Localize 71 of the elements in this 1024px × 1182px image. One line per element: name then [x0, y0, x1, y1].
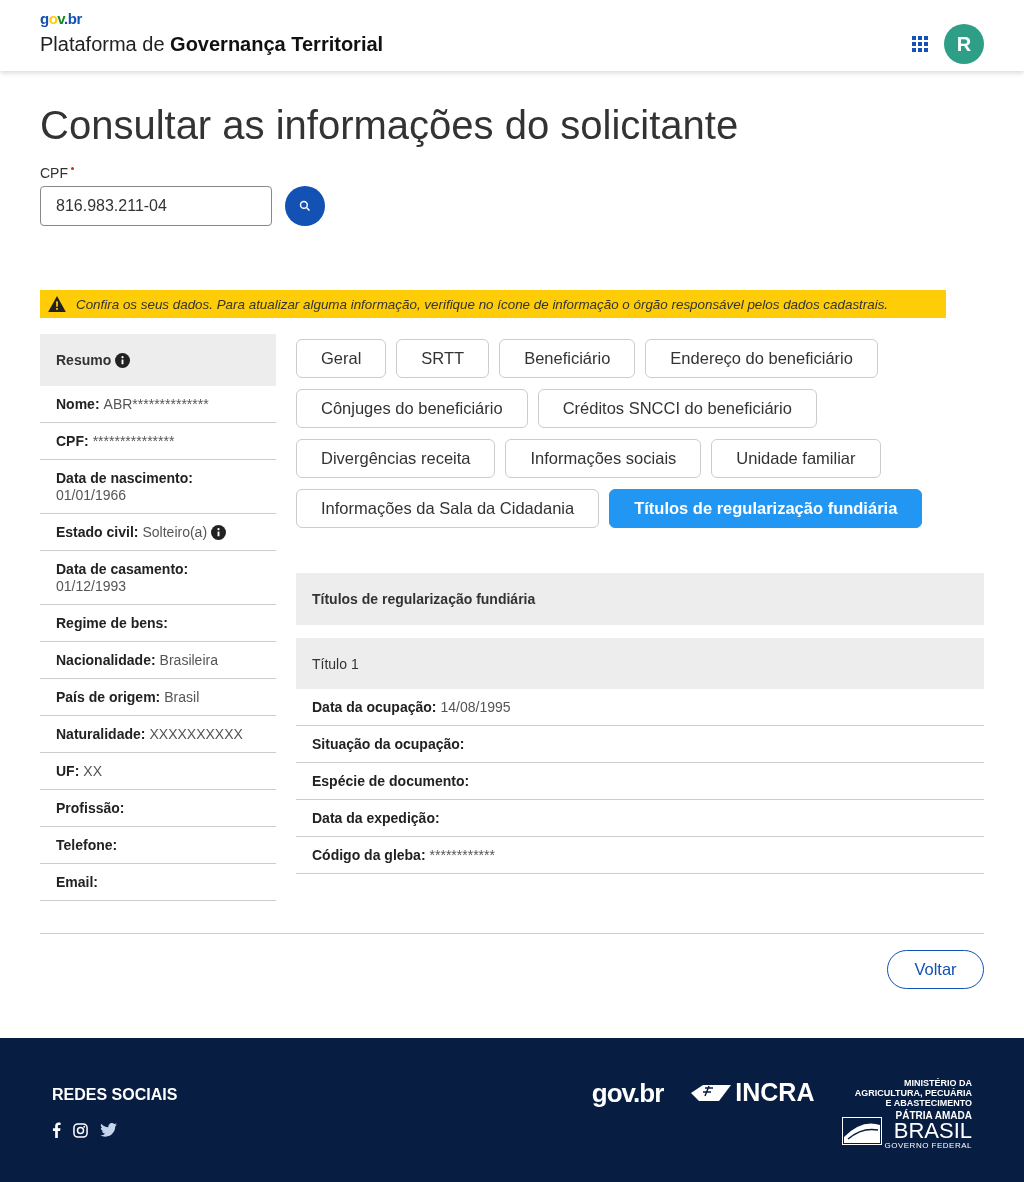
platform-title: Plataforma de Governança Territorial	[40, 33, 384, 56]
apps-grid-icon[interactable]	[912, 36, 928, 52]
govbr-logo[interactable]: gov.br	[40, 10, 82, 27]
field-label: Data da ocupação:	[312, 699, 437, 716]
facebook-icon[interactable]	[52, 1122, 61, 1138]
field-label: Espécie de documento:	[312, 773, 470, 790]
tab[interactable]: Endereço do beneficiário	[645, 339, 878, 378]
field-label: Nome:	[56, 396, 100, 413]
field-label: Profissão:	[56, 800, 125, 817]
ministry-text: E ABASTECIMENTO	[885, 1098, 972, 1108]
search-icon	[299, 200, 311, 212]
tab[interactable]: Créditos SNCCI do beneficiário	[537, 389, 817, 428]
field-label: Data da expedição:	[312, 810, 440, 827]
back-button[interactable]: Voltar	[887, 950, 984, 989]
tab[interactable]: Geral	[296, 339, 387, 378]
field-value: ABR**************	[103, 396, 209, 413]
tab[interactable]: SRTT	[396, 339, 490, 378]
field-value: Brasileira	[159, 652, 218, 669]
govbr-logo[interactable]: gov.br	[591, 1078, 664, 1109]
ministry-text: MINISTÉRIO DA	[904, 1078, 972, 1088]
field-value: 01/01/1966	[56, 487, 127, 504]
social-title: REDES SOCIAIS	[52, 1086, 178, 1104]
government-text: GOVERNO FEDERAL	[884, 1141, 972, 1150]
cpf-input-field[interactable]: 816.983.211-04	[40, 186, 272, 226]
ministry-logo[interactable]: MINISTÉRIO DA AGRICULTURA, PECUÁRIA E ABASTECIMENTO PÁTRIA AMADA BRASIL GOVERNO FEDERAL	[842, 1078, 972, 1150]
field-label: Email:	[56, 874, 98, 891]
field-label: CPF	[40, 165, 984, 181]
search-button[interactable]	[285, 186, 325, 226]
incra-text: INCRA	[735, 1078, 815, 1107]
field-value: 14/08/1995	[440, 699, 511, 716]
tab[interactable]: Informações da Sala da Cidadania	[296, 489, 600, 528]
field-label: Nacionalidade:	[56, 652, 156, 669]
tab[interactable]: Informações sociais	[505, 439, 702, 478]
field-value: ************	[429, 847, 495, 864]
field-label: Código da gleba:	[312, 847, 426, 864]
field-value: ***************	[92, 433, 175, 450]
slogan-text: PÁTRIA AMADA	[895, 1111, 972, 1121]
tab[interactable]: Beneficiário	[499, 339, 636, 378]
instagram-icon[interactable]	[73, 1122, 88, 1138]
field-value: XX	[83, 763, 102, 780]
field-label: Data de casamento:	[56, 561, 189, 578]
field-label: Naturalidade:	[56, 726, 146, 743]
tab[interactable]: Unidade familiar	[711, 439, 881, 478]
field-label: Situação da ocupação:	[312, 736, 465, 753]
info-icon[interactable]	[211, 525, 227, 540]
field-value: Brasil	[164, 689, 200, 706]
field-value: 01/12/1993	[56, 578, 127, 595]
field-label: CPF:	[56, 433, 89, 450]
warning-message: Confira os seus dados. Para atualizar alguma informação, verifique no ícone de informação o órgão responsável pelos dados cadastrais.	[76, 296, 889, 312]
field-value: XXXXXXXXXX	[149, 726, 243, 743]
field-label: País de origem:	[56, 689, 161, 706]
field-label: Regime de bens:	[56, 615, 169, 632]
field-label: Data de nascimento:	[56, 470, 193, 487]
warning-icon	[48, 296, 66, 312]
field-value: Solteiro(a)	[142, 524, 208, 541]
tab[interactable]: Divergências receita	[296, 439, 496, 478]
info-icon[interactable]	[115, 352, 131, 368]
field-label: Telefone:	[56, 837, 118, 854]
tab[interactable]: Cônjuges do beneficiário	[296, 389, 528, 428]
subsection-title: Título 1	[312, 655, 359, 672]
twitter-icon[interactable]	[100, 1123, 117, 1137]
incra-logo[interactable]: INCRA	[691, 1078, 815, 1107]
brasil-text: BRASIL	[893, 1121, 972, 1141]
page-title: Consultar as informações do solicitante	[40, 102, 740, 149]
section-title: Títulos de regularização fundiária	[312, 591, 536, 607]
field-label: UF:	[56, 763, 80, 780]
summary-title: Resumo	[56, 352, 112, 368]
incra-emblem-icon	[691, 1082, 732, 1103]
brasil-emblem-icon	[842, 1116, 883, 1145]
field-label: Estado civil:	[56, 524, 139, 541]
ministry-text: AGRICULTURA, PECUÁRIA	[854, 1088, 972, 1098]
